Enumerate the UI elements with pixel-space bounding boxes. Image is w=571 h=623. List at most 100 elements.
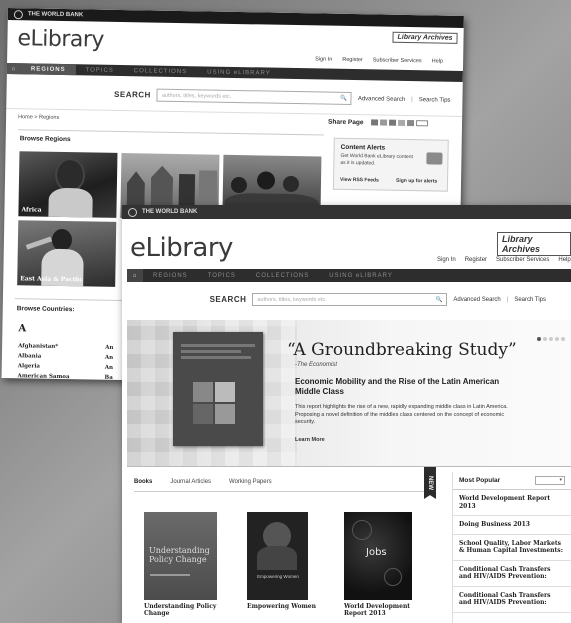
hero-banner[interactable]: “A Groundbreaking Study” -The Economist … <box>127 320 571 466</box>
search-bar: SEARCH authors, titles, keywords etc. 🔍 … <box>209 293 546 306</box>
elibrary-logo[interactable]: eLibrary <box>130 233 233 263</box>
country-link[interactable]: An <box>105 353 113 363</box>
share-count-icon[interactable] <box>416 120 429 127</box>
sign-in-link[interactable]: Sign In <box>315 56 332 62</box>
globe-icon <box>13 9 23 19</box>
most-popular-heading: Most Popular <box>459 477 501 484</box>
utility-links: Sign In Register Subscriber Services Hel… <box>437 257 571 263</box>
main-nav: ⌂ REGIONS TOPICS COLLECTIONS USING eLIBR… <box>6 62 463 82</box>
help-link[interactable]: Help <box>432 58 443 64</box>
country-list-col2: An An An Ba <box>104 343 114 383</box>
nav-collections[interactable]: COLLECTIONS <box>124 68 197 75</box>
region-caption: Africa <box>21 206 42 214</box>
nav-regions[interactable]: REGIONS <box>20 63 76 76</box>
content-tabs: Books Journal Articles Working Papers <box>134 472 434 492</box>
library-archives-logo[interactable]: Library Archives <box>497 232 571 256</box>
book-cover[interactable]: Jobs <box>344 512 412 600</box>
browse-countries-heading: Browse Countries: <box>16 305 75 314</box>
book-title[interactable]: World Development Report 2013 <box>344 603 424 617</box>
country-link[interactable]: American Samoa <box>17 371 70 382</box>
world-bank-bar: THE WORLD BANK <box>122 205 571 219</box>
region-east-asia-pacific[interactable]: East Asia & Pacific <box>17 220 117 287</box>
nav-collections[interactable]: COLLECTIONS <box>246 273 319 279</box>
breadcrumb[interactable]: Home > Regions <box>18 114 59 121</box>
country-link[interactable]: Ba <box>104 373 113 383</box>
nav-topics[interactable]: TOPICS <box>198 273 246 279</box>
advanced-search-link[interactable]: Advanced Search <box>453 297 500 303</box>
popular-item[interactable]: Conditional Cash Transfers and HIV/AIDS … <box>453 587 571 613</box>
tab-working-papers[interactable]: Working Papers <box>229 479 272 485</box>
share-icon[interactable] <box>407 119 415 127</box>
search-tips-link[interactable]: Search Tips <box>514 297 546 303</box>
view-rss-feeds-link[interactable]: View RSS Feeds <box>340 177 379 184</box>
book-title[interactable]: Empowering Women <box>247 603 327 610</box>
home-icon[interactable]: ⌂ <box>127 269 143 282</box>
register-link[interactable]: Register <box>342 57 363 63</box>
book-cover[interactable]: Understanding Policy Change <box>144 512 217 600</box>
nav-regions[interactable]: REGIONS <box>143 273 198 279</box>
subscriber-services-link[interactable]: Subscriber Services <box>373 57 422 64</box>
nav-topics[interactable]: TOPICS <box>76 67 124 74</box>
search-icon[interactable]: 🔍 <box>436 297 443 303</box>
share-icon[interactable] <box>398 119 406 126</box>
book-cover-title: Understanding Policy Change <box>149 546 210 565</box>
content-alerts-text: Get World Bank eLibrary content as it is… <box>340 152 413 167</box>
region-caption: East Asia & Pacific <box>20 275 84 284</box>
world-bank-bar: THE WORLD BANK <box>7 8 464 28</box>
hero-book-cover[interactable] <box>173 332 263 446</box>
share-icon[interactable] <box>389 119 397 126</box>
hero-description: This report highlights the rise of a new… <box>295 404 508 426</box>
elibrary-logo[interactable]: eLibrary <box>17 26 104 53</box>
tab-journal-articles[interactable]: Journal Articles <box>170 479 211 485</box>
search-tips-link[interactable]: Search Tips <box>419 97 451 104</box>
library-archives-logo[interactable]: Library Archives <box>392 31 458 44</box>
nav-using-elibrary[interactable]: USING eLIBRARY <box>319 273 403 279</box>
tab-books[interactable]: Books <box>134 479 152 485</box>
popular-item[interactable]: School Quality, Labor Markets & Human Ca… <box>453 535 571 561</box>
popular-item[interactable]: Conditional Cash Transfers and HIV/AIDS … <box>453 561 571 587</box>
search-label: SEARCH <box>114 89 151 100</box>
learn-more-link[interactable]: Learn More <box>295 437 325 443</box>
share-page-label: Share Page <box>327 118 364 127</box>
most-popular-panel: Most Popular ▾ World Development Report … <box>452 472 571 623</box>
country-link[interactable]: An <box>105 363 113 373</box>
search-icon[interactable]: 🔍 <box>340 95 347 101</box>
popular-item[interactable]: Doing Business 2013 <box>453 516 571 535</box>
country-link[interactable]: An <box>105 343 113 353</box>
world-bank-label: THE WORLD BANK <box>27 11 84 19</box>
share-icons <box>371 119 429 127</box>
nav-using-elibrary[interactable]: USING eLIBRARY <box>197 69 281 76</box>
book-cover[interactable]: Empowering Women <box>247 512 308 600</box>
rss-icon[interactable] <box>426 152 443 165</box>
search-input[interactable]: authors, titles, keywords etc. 🔍 <box>252 293 448 306</box>
advanced-search-link[interactable]: Advanced Search <box>358 96 405 103</box>
country-list: Afghanistan* Albania Algeria American Sa… <box>17 341 70 382</box>
browse-regions-heading: Browse Regions <box>19 135 71 144</box>
book-cover-title: Empowering Women <box>257 574 299 579</box>
register-link[interactable]: Register <box>465 257 487 263</box>
content-alerts-box: Content Alerts Get World Bank eLibrary c… <box>332 137 449 192</box>
letter-heading: A <box>18 323 27 335</box>
help-link[interactable]: Help <box>558 257 570 263</box>
hero-quote: “A Groundbreaking Study” <box>287 340 517 360</box>
book-title[interactable]: Understanding Policy Change <box>144 603 224 617</box>
hero-quote-source: -The Economist <box>295 362 338 368</box>
globe-icon <box>128 207 137 217</box>
new-badge: NEW <box>424 467 436 499</box>
sign-up-alerts-link[interactable]: Sign up for alerts <box>396 178 437 185</box>
period-select[interactable]: ▾ <box>535 476 565 485</box>
utility-links: Sign In Register Subscriber Services Hel… <box>315 56 443 64</box>
hero-title: Economic Mobility and the Rise of the La… <box>295 377 500 397</box>
share-icon[interactable] <box>371 119 379 126</box>
carousel-dots[interactable] <box>535 328 565 346</box>
sign-in-link[interactable]: Sign In <box>437 257 456 263</box>
book-cover-title: Jobs <box>366 547 387 558</box>
home-icon[interactable]: ⌂ <box>6 62 22 75</box>
search-bar: SEARCH authors, titles, keywords etc. 🔍 … <box>114 88 451 106</box>
popular-item[interactable]: World Development Report 2013 <box>453 490 571 516</box>
share-icon[interactable] <box>380 119 388 126</box>
region-africa[interactable]: Africa <box>18 151 118 218</box>
world-bank-label: THE WORLD BANK <box>142 209 198 215</box>
search-input[interactable]: authors, titles, keywords etc. 🔍 <box>156 88 352 106</box>
subscriber-services-link[interactable]: Subscriber Services <box>496 257 549 263</box>
